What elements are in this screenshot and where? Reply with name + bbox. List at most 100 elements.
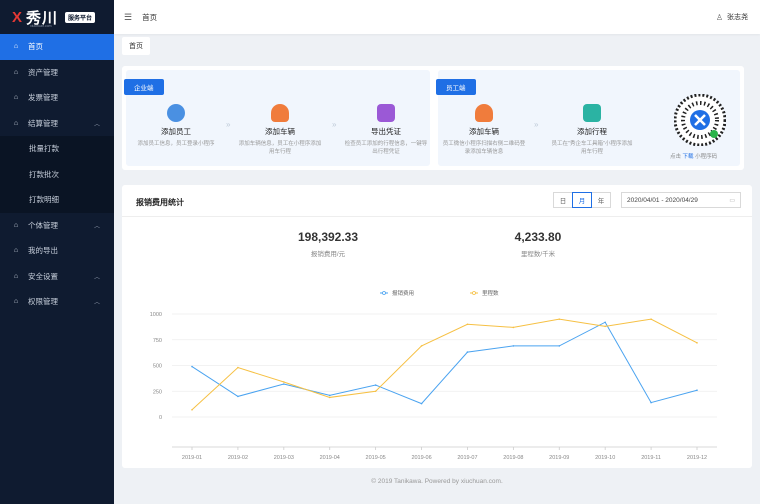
kpi-label: 报销费用/元 [310, 251, 346, 258]
calendar-icon: ▭ [729, 197, 735, 204]
kpi-label: 里程数/千米 [520, 251, 556, 258]
tab-home[interactable]: 首页 [122, 37, 150, 55]
card-title: 添加行程 [577, 127, 607, 136]
data-point [558, 345, 561, 347]
home-icon: ⌂ [13, 43, 19, 51]
sidebar-item-invoices[interactable]: ⌂ 发票管理 [0, 85, 114, 111]
quick-start-panel: 企业端 添加员工 添加员工信息，员工登录小程序 » 添加车辆 添加车辆信息，员工… [122, 66, 744, 170]
employee-tag: 员工端 [436, 79, 476, 95]
expense-stats-card: 报销费用统计 日 月 年 2020/04/01 - 2020/04/29 ▭ 1… [122, 185, 752, 468]
data-point [283, 383, 285, 385]
arrow-right-icon: » [226, 120, 231, 129]
card-desc: 检查员工添加的行程信息，一键导出行程凭证 [344, 141, 428, 155]
data-point [283, 381, 285, 383]
home-icon: ⌂ [13, 94, 19, 102]
chevron-up-icon: ︿ [93, 300, 100, 307]
sidebar-item-home[interactable]: ⌂ 首页 [0, 34, 114, 60]
x-tick-label: 2019-03 [274, 455, 294, 460]
sidebar-subitem-pay-batches[interactable]: 打款批次 [0, 161, 114, 187]
line-chart: 0 250 500 750 1000 2019-01 2019-02 2019-03 2019-… [150, 289, 717, 460]
data-point [420, 345, 423, 347]
sidebar-item-label: 我的导出 [28, 246, 58, 256]
car-icon [475, 104, 493, 122]
y-tick-label: 1000 [150, 312, 162, 318]
x-tick-label: 2019-07 [457, 455, 477, 460]
menu-fold-icon[interactable]: ☰ [124, 12, 132, 23]
car-icon [271, 104, 289, 122]
user-name: 张志尧 [727, 14, 748, 21]
stats-title: 报销费用统计 [136, 198, 184, 207]
date-range-picker[interactable]: 2020/04/01 - 2020/04/29 ▭ [621, 192, 741, 208]
sidebar-item-security[interactable]: ⌂ 安全设置 ︿ [0, 264, 114, 290]
data-point [696, 389, 698, 392]
data-point [650, 318, 652, 320]
y-tick-label: 500 [153, 364, 162, 370]
employee-add-vehicle-card[interactable]: 添加车辆 员工微信小程序扫描右侧二维码登录添加车辆信息 [436, 104, 532, 156]
mini-program-qr-icon[interactable] [674, 94, 726, 146]
period-selector: 日 月 年 [553, 192, 611, 208]
legend-marker [382, 291, 386, 295]
qr-caption-post: 小程序码 [695, 154, 718, 160]
x-tick-label: 2019-06 [411, 455, 431, 460]
kpi-expense: 198,392.33 报销费用/元 [258, 230, 398, 258]
x-tick-label: 2019-04 [320, 455, 340, 460]
document-icon [377, 104, 395, 122]
logo-mark-icon: X [12, 8, 23, 26]
kpi-mileage: 4,233.80 里程数/千米 [468, 230, 608, 258]
home-icon: ⌂ [13, 221, 19, 229]
home-icon: ⌂ [13, 247, 19, 255]
footer: © 2019 Tanikawa. Powered by xiuchuan.com… [371, 478, 503, 485]
x-tick-label: 2019-09 [549, 455, 569, 460]
data-point [696, 342, 698, 344]
sidebar-item-individuals[interactable]: ⌂ 个体管理 ︿ [0, 213, 114, 239]
kpi-value: 4,233.80 [514, 230, 562, 244]
card-desc: 员工微信小程序扫描右侧二维码登录添加车辆信息 [442, 141, 526, 155]
data-point [604, 321, 606, 324]
top-bar: ☰ 首页 ♙ 张志尧 [114, 0, 760, 34]
data-point [604, 325, 606, 328]
home-icon: ⌂ [13, 298, 19, 306]
sidebar-subitem-pay-details[interactable]: 打款明细 [0, 187, 114, 213]
sidebar-item-label: 资产管理 [28, 67, 58, 77]
sidebar-item-assets[interactable]: ⌂ 资产管理 [0, 60, 114, 86]
sidebar: X 秀川 服务平台 xiuchuan.com ⌂ 首页 ⌂ 资产管理 ⌂ 发票管理 ⌂… [0, 0, 114, 504]
kpi-value: 198,392.33 [297, 230, 359, 244]
sidebar-item-label: 结算管理 [28, 118, 58, 128]
logo[interactable]: X 秀川 服务平台 [0, 0, 114, 34]
download-link[interactable]: 下载 [683, 154, 694, 160]
add-vehicle-card[interactable]: 添加车辆 添加车辆信息，员工在小程序添加用车行程 [232, 104, 328, 156]
sidebar-item-label: 个体管理 [28, 220, 58, 230]
home-icon: ⌂ [13, 119, 19, 127]
card-title: 导出凭证 [371, 127, 401, 136]
sidebar-subitem-batch-pay[interactable]: 批量打款 [0, 136, 114, 162]
user-menu[interactable]: ♙ 张志尧 [716, 0, 748, 34]
data-point [558, 318, 561, 320]
card-title: 添加车辆 [469, 127, 499, 136]
card-title: 添加车辆 [265, 127, 295, 136]
data-point [191, 365, 193, 368]
legend-label: 里程数 [482, 289, 499, 297]
card-desc: 员工在"秀企车工具箱"小程序添加用车行程 [551, 141, 633, 155]
period-day-button[interactable]: 日 [553, 192, 573, 208]
export-voucher-card[interactable]: 导出凭证 检查员工添加的行程信息，一键导出行程凭证 [338, 104, 434, 156]
sidebar-item-label: 首页 [28, 42, 43, 52]
sidebar-item-settlement[interactable]: ⌂ 结算管理 ︿ [0, 111, 114, 137]
chevron-up-icon: ︿ [93, 223, 100, 230]
legend-marker [472, 291, 476, 295]
x-tick-label: 2019-02 [228, 455, 248, 460]
x-tick-label: 2019-12 [687, 455, 707, 460]
data-point [374, 390, 377, 393]
enterprise-section: 企业端 添加员工 添加员工信息，员工登录小程序 » 添加车辆 添加车辆信息，员工… [124, 70, 430, 166]
add-employee-card[interactable]: 添加员工 添加员工信息，员工登录小程序 [128, 104, 224, 148]
date-range-value: 2020/04/01 - 2020/04/29 [627, 196, 698, 204]
period-month-button[interactable]: 月 [572, 192, 592, 208]
sidebar-item-permissions[interactable]: ⌂ 权限管理 ︿ [0, 289, 114, 315]
sidebar-item-label: 发票管理 [28, 93, 58, 103]
y-tick-label: 0 [159, 415, 162, 421]
home-icon: ⌂ [13, 272, 19, 280]
period-year-button[interactable]: 年 [591, 192, 611, 208]
data-point [237, 366, 239, 369]
sidebar-item-exports[interactable]: ⌂ 我的导出 [0, 238, 114, 264]
data-point [328, 396, 331, 399]
add-trip-card[interactable]: 添加行程 员工在"秀企车工具箱"小程序添加用车行程 [544, 104, 640, 156]
